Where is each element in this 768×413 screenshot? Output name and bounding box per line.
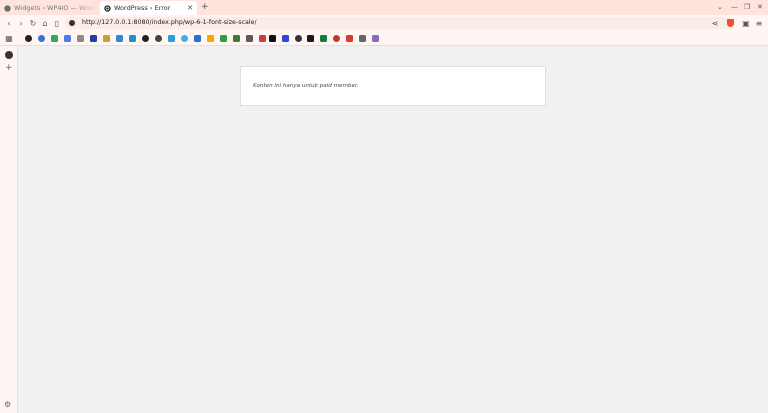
tab-title: WordPress › Error (114, 4, 171, 12)
bookmark-icon[interactable] (77, 35, 84, 42)
bookmark-icon[interactable] (207, 35, 214, 42)
menu-icon[interactable]: ≡ (754, 18, 764, 28)
tab-widgets[interactable]: Widgets ‹ WP4IO — WordPress (0, 1, 98, 15)
bookmark-icon[interactable] (38, 35, 45, 42)
back-icon[interactable]: ‹ (4, 18, 14, 28)
close-window-button[interactable]: ✕ (757, 3, 763, 11)
share-icon[interactable]: ⋖ (710, 18, 720, 28)
wordpress-icon[interactable] (5, 51, 13, 59)
bookmark-icon[interactable] (181, 35, 188, 42)
bookmark-icon[interactable] (194, 35, 201, 42)
x-icon[interactable] (269, 35, 276, 42)
bookmark-icon[interactable] (320, 35, 327, 42)
bookmark-icon[interactable] (51, 35, 58, 42)
restore-button[interactable]: ❐ (744, 3, 750, 11)
forward-icon[interactable]: › (16, 18, 26, 28)
minimize-button[interactable]: — (731, 3, 738, 11)
wordpress-icon (104, 4, 111, 12)
bookmark-icon[interactable] (346, 35, 353, 42)
wordpress-icon (4, 4, 11, 12)
url-text: http://127.0.0.1:8080/index.php/wp-6-1-f… (82, 19, 257, 26)
bookmark-icon[interactable] (116, 35, 123, 42)
error-message: Konten ini hanya untuk paid member. (253, 83, 359, 89)
apps-grid-icon[interactable]: ▦ (4, 33, 14, 43)
wallet-icon[interactable]: ▣ (741, 18, 751, 28)
bookmark-icon[interactable] (246, 35, 253, 42)
bookmark-icon[interactable] (25, 35, 32, 42)
bookmark-icon[interactable] (90, 35, 97, 42)
bookmark-icon[interactable] (282, 35, 289, 42)
gear-icon[interactable]: ⚙ (4, 400, 11, 409)
bookmark-icon[interactable] (307, 35, 314, 42)
tab-wordpress-error[interactable]: WordPress › Error ✕ (100, 1, 197, 15)
left-sidebar: + ⚙ (0, 46, 18, 413)
bookmark-icon[interactable] (64, 35, 71, 42)
bookmark-icon[interactable] (129, 35, 136, 42)
new-tab-button[interactable]: + (201, 2, 209, 12)
reload-icon[interactable]: ↻ (28, 18, 38, 28)
bookmark-icon[interactable] (295, 35, 302, 42)
github-icon[interactable] (142, 35, 149, 42)
add-panel-icon[interactable]: + (5, 63, 13, 73)
home-icon[interactable]: ⌂ (40, 18, 50, 28)
bookmark-icon[interactable]: ▯ (52, 18, 62, 28)
bookmark-icon[interactable] (233, 35, 240, 42)
bookmark-icon[interactable] (155, 35, 162, 42)
brave-shield-icon[interactable] (727, 19, 734, 27)
tab-strip: Widgets ‹ WP4IO — WordPress WordPress › … (0, 0, 768, 15)
bookmarks-bar: ▦ (0, 31, 768, 46)
tab-search-icon[interactable]: ⌄ (717, 3, 723, 11)
bookmark-icon[interactable] (372, 35, 379, 42)
bookmark-icon[interactable] (220, 35, 227, 42)
error-message-box: Konten ini hanya untuk paid member. (240, 66, 546, 106)
bookmark-icon[interactable] (359, 35, 366, 42)
bookmark-icon[interactable] (103, 35, 110, 42)
address-bar[interactable]: http://127.0.0.1:8080/index.php/wp-6-1-f… (65, 17, 735, 29)
close-tab-icon[interactable]: ✕ (187, 4, 193, 12)
bookmark-icon[interactable] (259, 35, 266, 42)
navigation-toolbar: ‹ › ↻ ⌂ ▯ http://127.0.0.1:8080/index.ph… (0, 15, 768, 31)
bookmark-icon[interactable] (168, 35, 175, 42)
bookmark-icon[interactable] (333, 35, 340, 42)
site-info-icon[interactable] (69, 20, 75, 26)
